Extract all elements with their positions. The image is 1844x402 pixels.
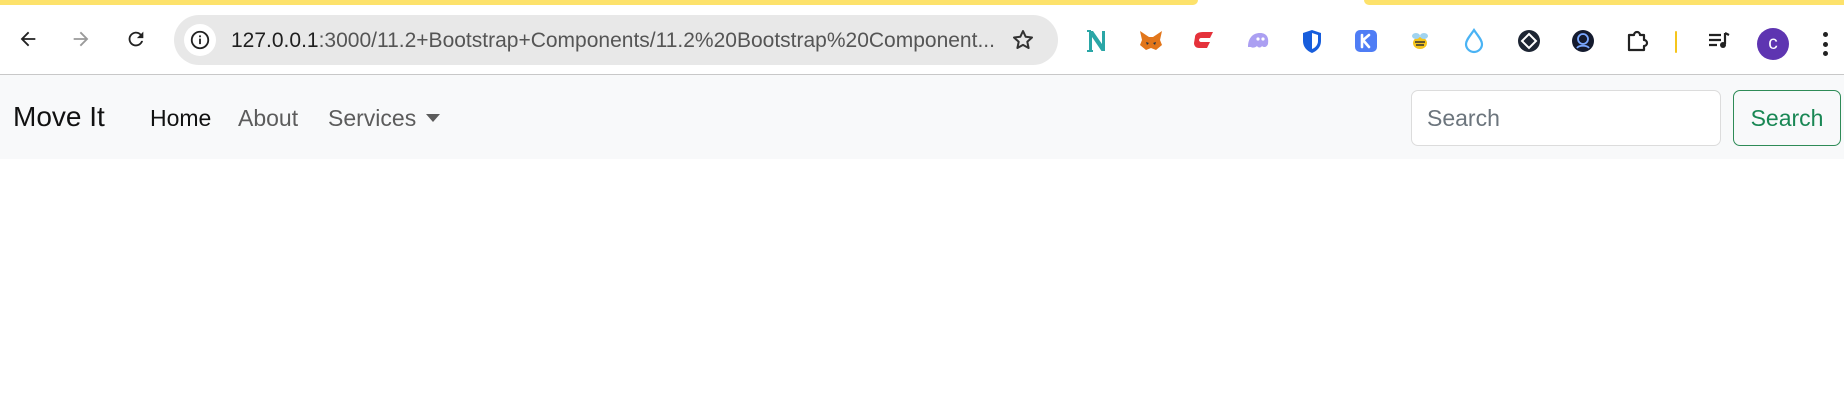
browser-toolbar: 127.0.0.1:3000/11.2+Bootstrap+Components… <box>0 5 1844 75</box>
raindrop-icon[interactable] <box>1460 27 1488 55</box>
crosshair-icon[interactable] <box>1515 27 1543 55</box>
url-host: 127.0.0.1 <box>231 29 319 52</box>
back-arrow-icon <box>20 31 36 47</box>
metamask-icon[interactable] <box>1137 27 1165 55</box>
search-button[interactable]: Search <box>1733 90 1841 146</box>
crypto-avatar-icon[interactable] <box>1569 27 1597 55</box>
bootstrap-navbar: Move It Home About Services Search <box>0 75 1844 159</box>
url-text[interactable]: 127.0.0.1:3000/11.2+Bootstrap+Components… <box>231 29 995 53</box>
red-wallet-icon[interactable] <box>1190 27 1218 55</box>
bookmark-star-button[interactable] <box>1010 27 1036 53</box>
url-path: :3000/11.2+Bootstrap+Components/11.2%20B… <box>318 29 995 52</box>
phantom-icon[interactable] <box>1244 27 1272 55</box>
info-icon <box>190 30 210 50</box>
nav-link-about[interactable]: About <box>238 105 298 132</box>
extensions-puzzle-icon[interactable] <box>1623 27 1651 55</box>
browser-menu-button[interactable] <box>1815 30 1835 58</box>
nav-dropdown-services[interactable]: Services <box>328 105 441 132</box>
address-bar[interactable]: 127.0.0.1:3000/11.2+Bootstrap+Components… <box>174 15 1058 65</box>
nav-dropdown-services-label: Services <box>328 105 417 131</box>
navbar-brand[interactable]: Move It <box>13 101 105 133</box>
dropdown-caret-icon <box>426 113 441 122</box>
search-input[interactable] <box>1411 90 1721 146</box>
avatar-letter: c <box>1768 33 1778 54</box>
site-info-button[interactable] <box>184 24 216 56</box>
forward-arrow-icon <box>73 31 89 47</box>
reload-icon <box>128 31 144 47</box>
k-extension-icon[interactable] <box>1352 27 1380 55</box>
forward-button[interactable] <box>64 22 98 56</box>
toolbar-divider <box>1675 31 1677 53</box>
notion-icon[interactable] <box>1083 27 1111 55</box>
bee-icon[interactable] <box>1406 27 1434 55</box>
reload-button[interactable] <box>119 22 153 56</box>
nav-link-home[interactable]: Home <box>150 105 211 132</box>
bitwarden-shield-icon[interactable] <box>1298 27 1326 55</box>
profile-avatar[interactable]: c <box>1757 28 1789 60</box>
back-button[interactable] <box>11 22 45 56</box>
media-controls-icon[interactable] <box>1705 27 1733 55</box>
star-icon <box>1013 30 1033 49</box>
